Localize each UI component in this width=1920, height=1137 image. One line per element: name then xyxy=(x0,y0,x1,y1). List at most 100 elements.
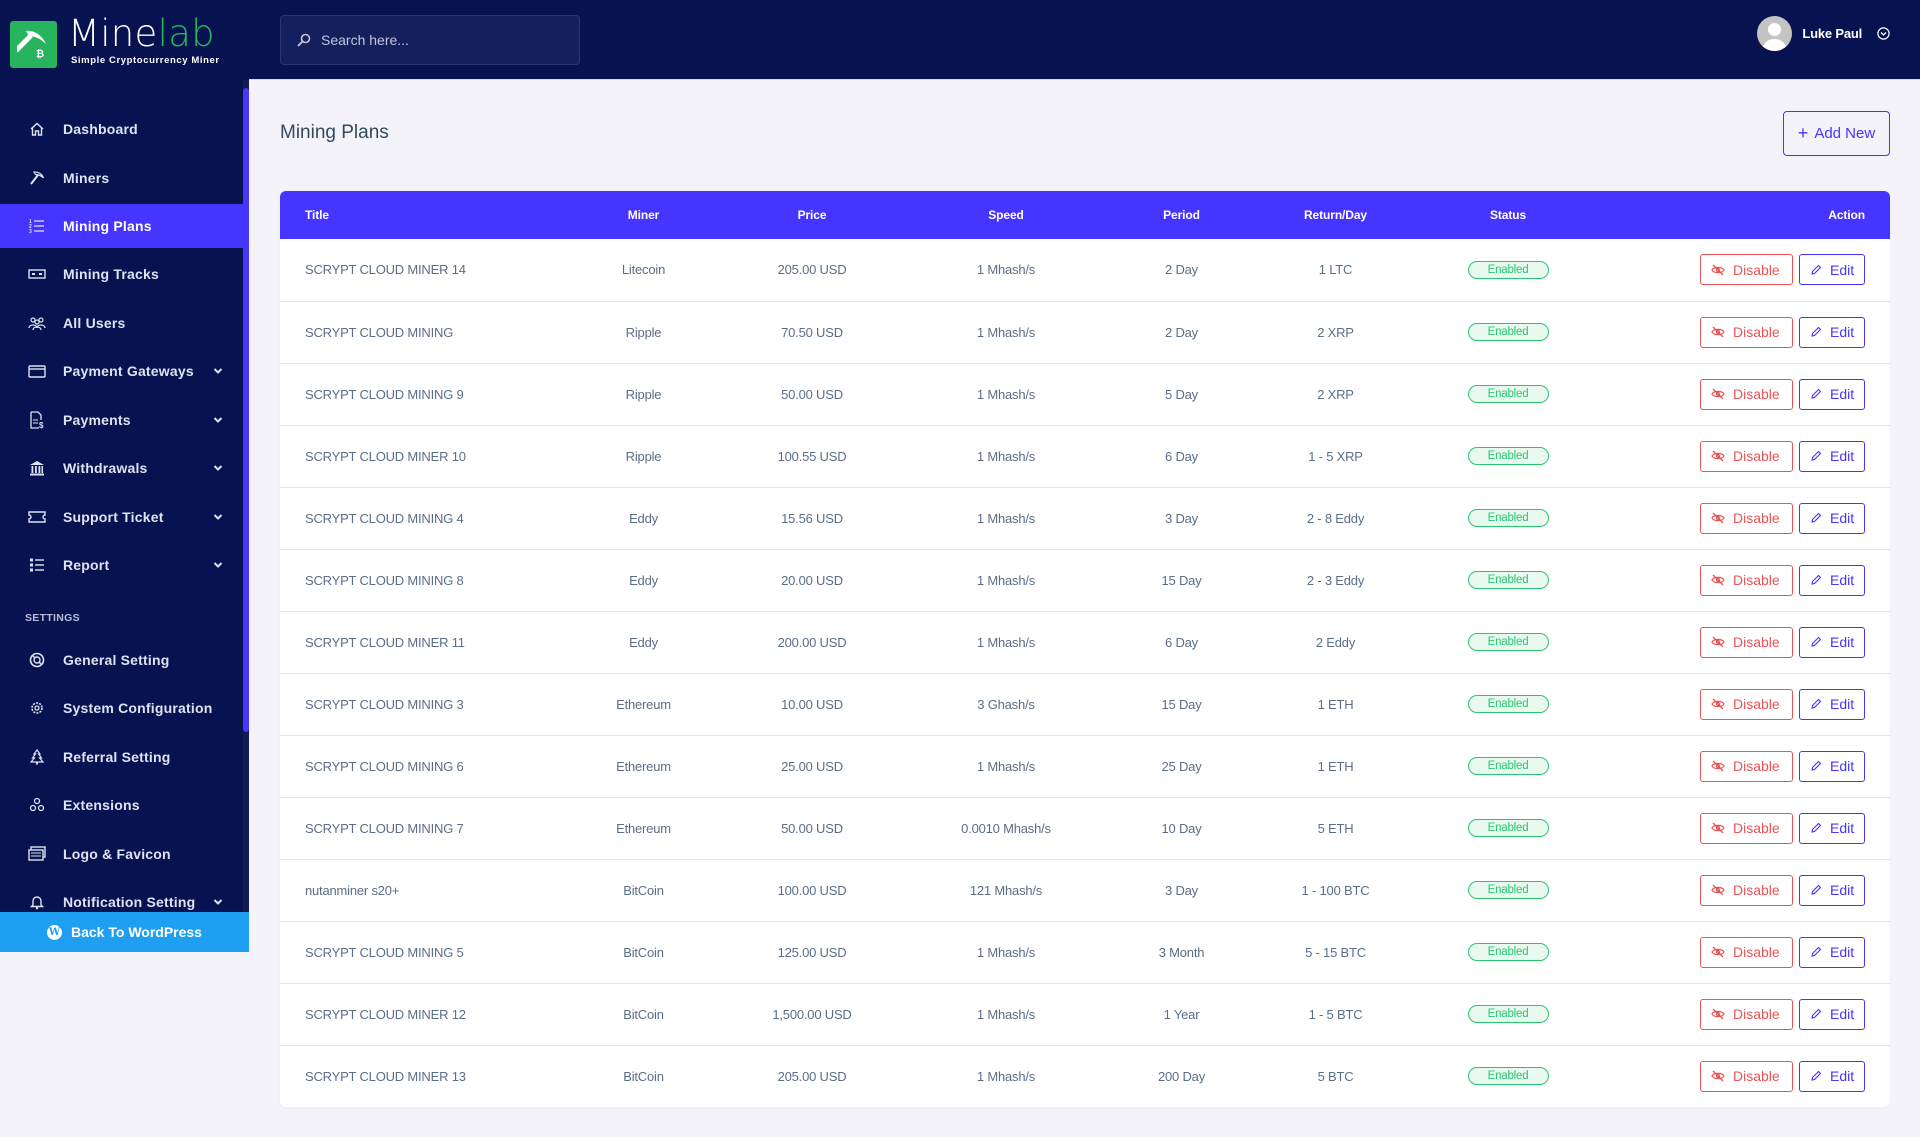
edit-button[interactable]: Edit xyxy=(1799,254,1865,286)
search-box[interactable] xyxy=(280,15,580,65)
sidebar-item-extensions[interactable]: Extensions xyxy=(0,781,243,830)
sidebar-item-referral-setting[interactable]: Referral Setting xyxy=(0,733,243,782)
sidebar-item-withdrawals[interactable]: Withdrawals xyxy=(0,444,243,493)
edit-button[interactable]: Edit xyxy=(1799,316,1865,348)
pickaxe-icon xyxy=(28,169,46,187)
cell-title: SCRYPT CLOUD MINING 4 xyxy=(305,510,464,526)
edit-button[interactable]: Edit xyxy=(1799,688,1865,720)
disable-button[interactable]: Disable xyxy=(1700,874,1793,906)
credit-card-icon xyxy=(28,362,46,380)
sidebar-item-label: Dashboard xyxy=(63,121,138,138)
disable-button[interactable]: Disable xyxy=(1700,998,1793,1030)
edit-button[interactable]: Edit xyxy=(1799,626,1865,658)
disable-label: Disable xyxy=(1733,758,1780,774)
chevron-down-icon[interactable] xyxy=(213,897,223,907)
cell-status: Enabled xyxy=(1413,983,1603,1045)
cell-speed: 1 Mhash/s xyxy=(976,510,1036,526)
pencil-icon xyxy=(1810,450,1830,462)
user-menu[interactable]: Luke Paul xyxy=(1757,16,1890,51)
disable-button[interactable]: Disable xyxy=(1700,688,1793,720)
edit-button[interactable]: Edit xyxy=(1799,750,1865,782)
disable-button[interactable]: Disable xyxy=(1700,812,1793,844)
sidebar-item-report[interactable]: Report xyxy=(0,541,243,590)
edit-button[interactable]: Edit xyxy=(1799,874,1865,906)
search-input[interactable] xyxy=(321,32,551,48)
disable-button[interactable]: Disable xyxy=(1700,626,1793,658)
edit-button[interactable]: Edit xyxy=(1799,378,1865,410)
cell-speed: 1 Mhash/s xyxy=(976,324,1036,340)
cell-period: 1 Year xyxy=(1163,1006,1200,1022)
chevron-down-icon[interactable] xyxy=(213,366,223,376)
edit-button[interactable]: Edit xyxy=(1799,440,1865,472)
sidebar-item-all-users[interactable]: All Users xyxy=(0,299,243,348)
sidebar-item-support-ticket[interactable]: Support Ticket xyxy=(0,493,243,542)
sidebar: ₿ Minelab Simple Cryptocurrency Miner Da… xyxy=(0,0,249,952)
edit-button[interactable]: Edit xyxy=(1799,564,1865,596)
table-row: SCRYPT CLOUD MINING 5 BitCoin 125.00 USD 1 … xyxy=(280,921,1890,983)
disable-label: Disable xyxy=(1733,572,1780,588)
edit-button[interactable]: Edit xyxy=(1799,502,1865,534)
cell-title: SCRYPT CLOUD MINER 14 xyxy=(305,262,466,278)
disable-button[interactable]: Disable xyxy=(1700,316,1793,348)
disable-button[interactable]: Disable xyxy=(1700,254,1793,286)
cell-action: Disable Edit xyxy=(1603,1045,1890,1107)
chevron-circle-down-icon[interactable] xyxy=(1877,27,1890,40)
disable-button[interactable]: Disable xyxy=(1700,750,1793,782)
pencil-icon xyxy=(1810,574,1830,586)
disable-button[interactable]: Disable xyxy=(1700,936,1793,968)
column-header-status: Status xyxy=(1489,208,1527,222)
cell-title: SCRYPT CLOUD MINING 9 xyxy=(305,386,464,402)
sidebar-item-payments[interactable]: $ Payments xyxy=(0,396,243,445)
edit-button[interactable]: Edit xyxy=(1799,936,1865,968)
cell-price: 15.56 USD xyxy=(781,510,843,526)
svg-text:$: $ xyxy=(39,421,44,429)
back-to-wordpress-button[interactable]: W Back To WordPress xyxy=(0,912,249,952)
cell-title: SCRYPT CLOUD MINER 10 xyxy=(305,448,466,464)
cell-price: 125.00 USD xyxy=(777,944,847,960)
chevron-down-icon[interactable] xyxy=(213,560,223,570)
add-new-button[interactable]: + Add New xyxy=(1783,111,1890,156)
disable-button[interactable]: Disable xyxy=(1700,502,1793,534)
brand-logo[interactable]: ₿ Minelab Simple Cryptocurrency Miner xyxy=(10,11,220,70)
disable-button[interactable]: Disable xyxy=(1700,564,1793,596)
sidebar-item-general-setting[interactable]: General Setting xyxy=(0,636,243,685)
sidebar-item-mining-plans[interactable]: 1 2 3 Mining Plans xyxy=(0,204,243,248)
disable-button[interactable]: Disable xyxy=(1700,440,1793,472)
cell-speed: 1 Mhash/s xyxy=(976,572,1036,588)
sidebar-scrollbar-thumb[interactable] xyxy=(243,88,249,732)
sidebar-item-mining-tracks[interactable]: Mining Tracks xyxy=(0,250,243,299)
sidebar-item-dashboard[interactable]: Dashboard xyxy=(0,105,243,154)
sidebar-item-system-configuration[interactable]: System Configuration xyxy=(0,684,243,733)
status-badge: Enabled xyxy=(1467,695,1549,713)
chevron-down-icon[interactable] xyxy=(213,463,223,473)
sidebar-item-logo-and-favicon[interactable]: Logo & Favicon xyxy=(0,830,243,879)
eye-slash-icon xyxy=(1711,1008,1733,1020)
cell-action: Disable Edit xyxy=(1603,301,1890,363)
cell-period: 5 Day xyxy=(1165,386,1198,402)
column-header-price: Price xyxy=(797,208,827,222)
disable-button[interactable]: Disable xyxy=(1700,1060,1793,1092)
users-icon xyxy=(28,314,46,332)
cell-period: 6 Day xyxy=(1165,448,1198,464)
cell-return-day: 1 - 5 BTC xyxy=(1308,1006,1363,1022)
chevron-down-icon[interactable] xyxy=(213,512,223,522)
brand-name: Minelab xyxy=(68,11,215,55)
cell-miner: Eddy xyxy=(629,510,658,526)
edit-button[interactable]: Edit xyxy=(1799,812,1865,844)
chevron-down-icon[interactable] xyxy=(213,415,223,425)
sidebar-item-miners[interactable]: Miners xyxy=(0,154,243,203)
sidebar-item-payment-gateways[interactable]: Payment Gateways xyxy=(0,347,243,396)
disable-button[interactable]: Disable xyxy=(1700,378,1793,410)
cell-miner: Ripple xyxy=(625,324,662,340)
disable-label: Disable xyxy=(1733,820,1780,836)
cell-period: 3 Day xyxy=(1165,882,1198,898)
status-badge: Enabled xyxy=(1467,1067,1549,1086)
edit-label: Edit xyxy=(1830,696,1855,712)
edit-button[interactable]: Edit xyxy=(1799,1060,1865,1092)
cell-speed: 1 Mhash/s xyxy=(976,758,1036,774)
sidebar-item-label: Logo & Favicon xyxy=(63,845,171,862)
pencil-icon xyxy=(1810,884,1830,896)
status-badge: Enabled xyxy=(1467,509,1549,527)
cell-return-day: 1 - 100 BTC xyxy=(1301,882,1370,898)
edit-button[interactable]: Edit xyxy=(1799,998,1865,1030)
